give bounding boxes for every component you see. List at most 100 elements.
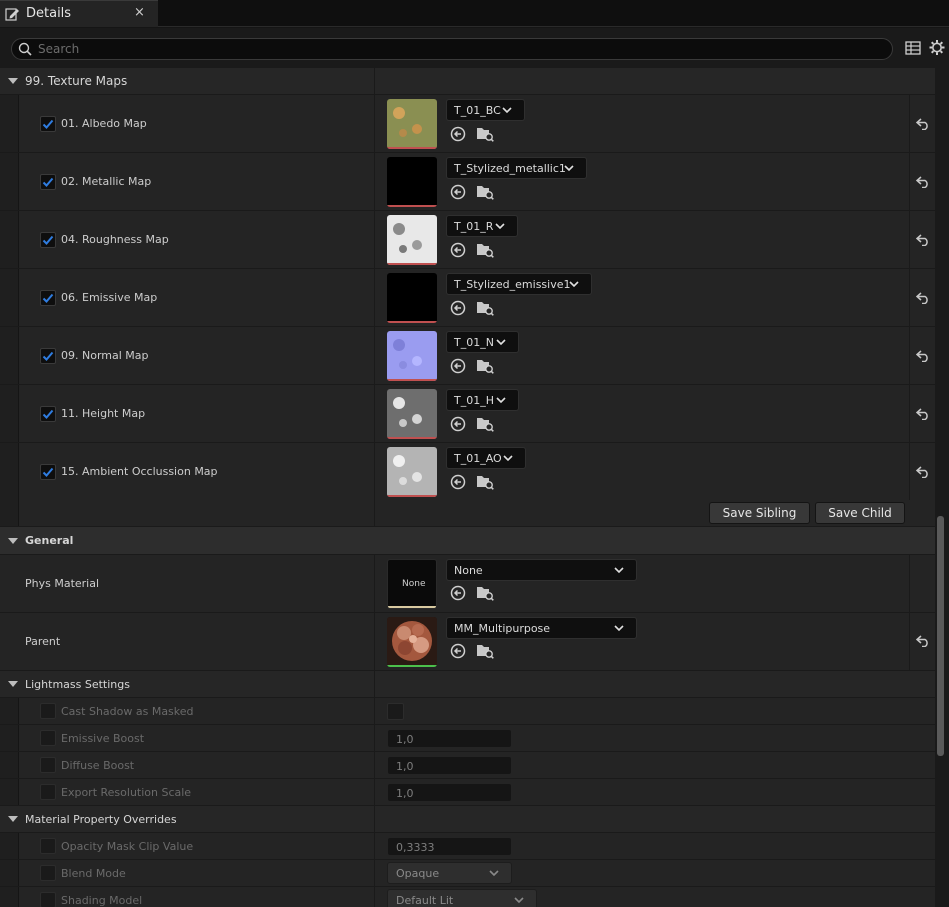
texture-asset-combo[interactable]: T_Stylized_emissive1 <box>446 273 592 295</box>
texture-map-label: 02. Metallic Map <box>61 175 152 188</box>
reset-to-default-icon[interactable] <box>916 350 930 362</box>
chevron-down-icon <box>495 223 505 230</box>
texture-thumbnail[interactable] <box>387 99 437 149</box>
parent-thumbnail[interactable] <box>387 617 437 667</box>
override-checkbox[interactable] <box>40 703 56 719</box>
reset-to-default-icon[interactable] <box>916 118 930 130</box>
reset-to-default-icon[interactable] <box>916 176 930 188</box>
texture-asset-combo[interactable]: T_01_R <box>446 215 518 237</box>
export-resolution-label: Export Resolution Scale <box>61 786 192 799</box>
check-icon <box>42 467 54 477</box>
parent-combo[interactable]: MM_Multipurpose <box>446 617 637 639</box>
texture-thumbnail[interactable] <box>387 215 437 265</box>
use-selected-icon[interactable] <box>450 416 466 432</box>
browse-asset-icon[interactable] <box>476 643 494 659</box>
texture-thumbnail[interactable] <box>387 447 437 497</box>
phys-material-combo[interactable]: None <box>446 559 637 581</box>
chevron-down-icon <box>496 339 506 346</box>
close-icon[interactable]: × <box>134 5 145 20</box>
use-selected-icon[interactable] <box>450 126 466 142</box>
use-selected-icon[interactable] <box>450 242 466 258</box>
texture-thumbnail[interactable] <box>387 157 437 207</box>
opacity-mask-field[interactable]: 0,3333 <box>387 837 512 856</box>
override-checkbox[interactable] <box>40 784 56 800</box>
expand-arrow-icon[interactable] <box>8 78 18 84</box>
texture-asset-combo[interactable]: T_Stylized_metallic1 <box>446 157 587 179</box>
texture-asset-combo[interactable]: T_01_BC <box>446 99 525 121</box>
search-input[interactable] <box>38 41 878 57</box>
vertical-scrollbar[interactable] <box>935 68 949 907</box>
reset-to-default-icon[interactable] <box>916 234 930 246</box>
reset-to-default-icon[interactable] <box>916 292 930 304</box>
enable-checkbox[interactable] <box>40 348 56 364</box>
table-view-icon[interactable] <box>905 41 921 55</box>
cast-shadow-checkbox[interactable] <box>387 703 404 720</box>
browse-asset-icon[interactable] <box>476 416 494 432</box>
texture-thumbnail[interactable] <box>387 331 437 381</box>
check-icon <box>42 235 54 245</box>
browse-asset-icon[interactable] <box>476 242 494 258</box>
enable-checkbox[interactable] <box>40 290 56 306</box>
cast-shadow-label: Cast Shadow as Masked <box>61 705 194 718</box>
reset-to-default-icon[interactable] <box>916 408 930 420</box>
texture-thumbnail[interactable] <box>387 389 437 439</box>
emissive-boost-field[interactable]: 1,0 <box>387 729 512 748</box>
export-resolution-row: Export Resolution Scale 1,0 <box>0 779 935 806</box>
enable-checkbox[interactable] <box>40 116 56 132</box>
scrollbar-thumb[interactable] <box>937 516 944 756</box>
browse-asset-icon[interactable] <box>476 300 494 316</box>
texture-asset-combo[interactable]: T_01_AO <box>446 447 526 469</box>
save-child-button[interactable]: Save Child <box>815 502 905 524</box>
save-sibling-button[interactable]: Save Sibling <box>709 502 810 524</box>
enable-checkbox[interactable] <box>40 174 56 190</box>
chevron-down-icon <box>489 870 499 877</box>
tab-details[interactable]: Details × <box>0 0 158 27</box>
expand-arrow-icon[interactable] <box>8 681 18 687</box>
browse-asset-icon[interactable] <box>476 126 494 142</box>
texture-asset-combo[interactable]: T_01_H <box>446 389 519 411</box>
diffuse-boost-field[interactable]: 1,0 <box>387 756 512 775</box>
phys-material-thumbnail[interactable]: None <box>387 559 437 609</box>
expand-arrow-icon[interactable] <box>8 816 18 822</box>
texture-map-label: 11. Height Map <box>61 407 146 420</box>
enable-checkbox[interactable] <box>40 232 56 248</box>
use-selected-icon[interactable] <box>450 585 466 601</box>
enable-checkbox[interactable] <box>40 406 56 422</box>
use-selected-icon[interactable] <box>450 474 466 490</box>
override-checkbox[interactable] <box>40 838 56 854</box>
use-selected-icon[interactable] <box>450 300 466 316</box>
expand-arrow-icon[interactable] <box>8 538 18 544</box>
reset-to-default-icon[interactable] <box>916 635 930 647</box>
override-checkbox[interactable] <box>40 892 56 907</box>
override-checkbox[interactable] <box>40 865 56 881</box>
reset-to-default-icon[interactable] <box>916 466 930 478</box>
use-selected-icon[interactable] <box>450 358 466 374</box>
browse-asset-icon[interactable] <box>476 358 494 374</box>
search-box[interactable] <box>11 38 893 60</box>
browse-asset-icon[interactable] <box>476 184 494 200</box>
category-general[interactable]: General <box>0 527 935 555</box>
category-label: General <box>25 534 74 547</box>
category-lightmass[interactable]: Lightmass Settings <box>0 671 935 698</box>
use-selected-icon[interactable] <box>450 184 466 200</box>
override-checkbox[interactable] <box>40 757 56 773</box>
texture-asset-combo[interactable]: T_01_N <box>446 331 519 353</box>
browse-asset-icon[interactable] <box>476 474 494 490</box>
texture-thumbnail[interactable] <box>387 273 437 323</box>
export-resolution-field[interactable]: 1,0 <box>387 783 512 802</box>
shading-model-combo[interactable]: Default Lit <box>387 889 537 907</box>
details-panel: 99. Texture Maps 01. Albedo Map T_01_BC <box>0 68 935 907</box>
browse-asset-icon[interactable] <box>476 585 494 601</box>
enable-checkbox[interactable] <box>40 464 56 480</box>
override-checkbox[interactable] <box>40 730 56 746</box>
gear-icon[interactable] <box>929 39 945 56</box>
shading-model-label: Shading Model <box>61 894 143 907</box>
texture-map-row: 09. Normal Map T_01_N <box>0 327 935 385</box>
use-selected-icon[interactable] <box>450 643 466 659</box>
category-material-overrides[interactable]: Material Property Overrides <box>0 806 935 833</box>
tab-title: Details <box>26 6 72 21</box>
texture-map-row: 01. Albedo Map T_01_BC <box>0 95 935 153</box>
category-texture-maps[interactable]: 99. Texture Maps <box>0 68 935 95</box>
phys-material-row: Phys Material None None <box>0 555 935 613</box>
blend-mode-combo[interactable]: Opaque <box>387 862 512 884</box>
